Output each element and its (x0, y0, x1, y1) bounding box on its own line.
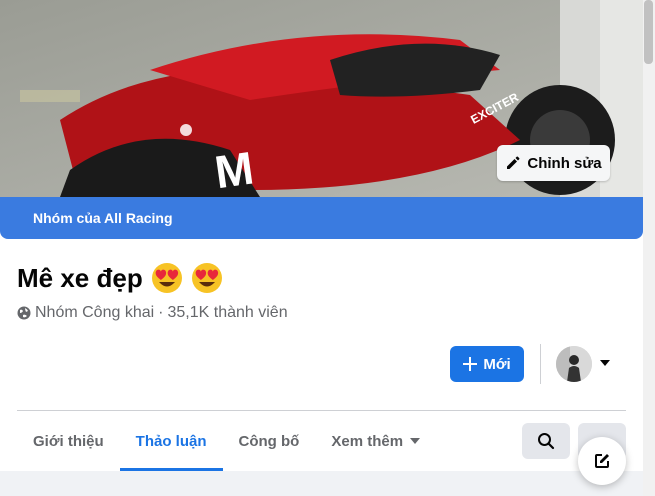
group-title-text[interactable]: Mê xe đẹp (17, 263, 143, 294)
svg-text:M: M (211, 141, 256, 197)
new-button-label: Mới (483, 355, 511, 373)
scrollbar-thumb[interactable] (644, 0, 653, 64)
group-owner-bar[interactable]: Nhóm của All Racing (0, 197, 643, 239)
edit-cover-button[interactable]: Chỉnh sửa (497, 145, 610, 181)
tab-gioi-thieu[interactable]: Giới thiệu (17, 411, 120, 471)
group-meta: Nhóm Công khai · 35,1K thành viên (17, 304, 288, 322)
edit-cover-label: Chỉnh sửa (527, 154, 602, 172)
tab-thao-luan[interactable]: Thảo luận (119, 411, 223, 471)
group-title[interactable]: Mê xe đẹp (17, 262, 223, 294)
group-owner-label[interactable]: Nhóm của All Racing (33, 210, 173, 226)
group-privacy[interactable]: Nhóm Công khai (35, 304, 154, 322)
compose-button[interactable] (578, 437, 626, 485)
page-scrollbar[interactable] (643, 0, 655, 496)
meta-separator: · (158, 304, 164, 321)
heart-eyes-emoji-icon (151, 263, 182, 293)
cover-section: M EXCITER Chỉnh sửa Nhóm của All Racing (0, 0, 643, 239)
feed-background (0, 471, 643, 496)
group-tabs: Giới thiệu Thảo luận Công bố Xem thêm (17, 411, 437, 471)
compose-icon (595, 454, 609, 468)
tab-cong-bo[interactable]: Công bố (223, 411, 316, 471)
chevron-down-icon[interactable] (598, 356, 612, 370)
heart-eyes-emoji-icon (191, 263, 222, 293)
tab-label: Thảo luận (135, 432, 207, 450)
tab-xem-them[interactable]: Xem thêm (315, 411, 437, 471)
new-button[interactable]: Mới (450, 346, 524, 382)
group-page: M EXCITER Chỉnh sửa Nhóm của All Racing … (0, 0, 655, 496)
caret-down-icon (410, 438, 421, 444)
avatar-image (556, 346, 592, 382)
plus-icon (463, 357, 478, 371)
tab-label: Công bố (238, 432, 300, 450)
globe-icon (17, 306, 31, 320)
pencil-icon (507, 156, 520, 169)
tab-label: Xem thêm (331, 432, 404, 450)
avatar[interactable] (556, 346, 592, 382)
action-divider (540, 344, 541, 384)
group-members[interactable]: 35,1K thành viên (168, 304, 288, 322)
group-search-button[interactable] (522, 423, 570, 459)
search-icon (538, 433, 555, 450)
tab-label: Giới thiệu (33, 432, 104, 450)
